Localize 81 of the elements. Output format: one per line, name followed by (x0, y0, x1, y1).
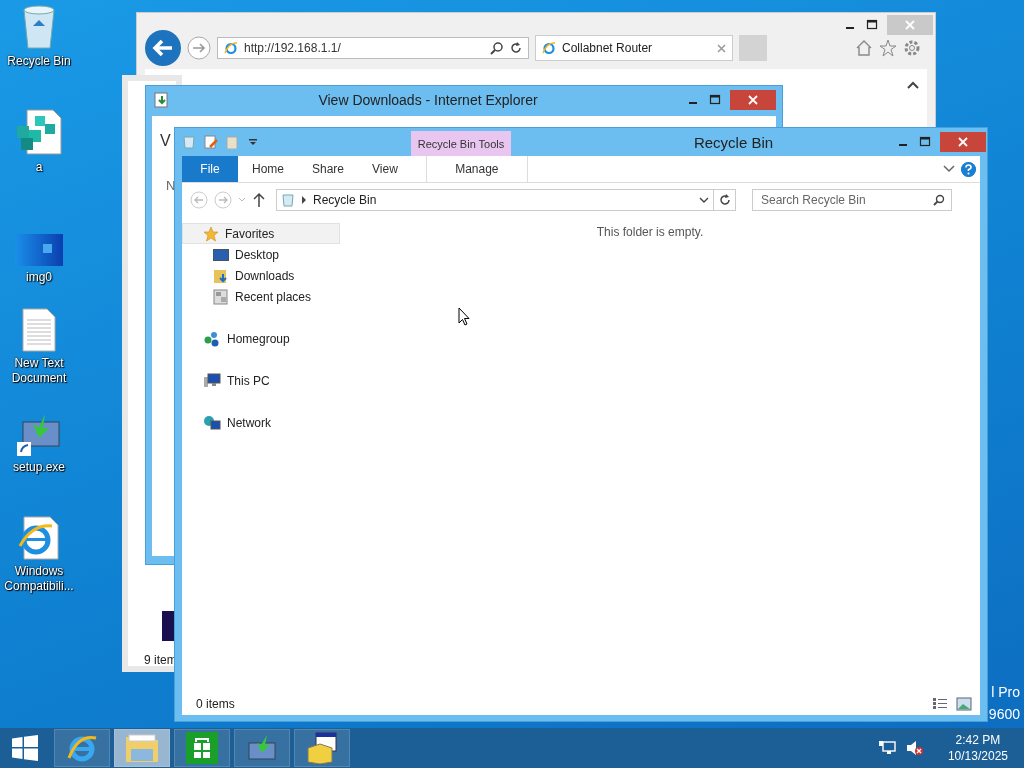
maximize-button[interactable] (708, 94, 722, 106)
computer-icon (203, 372, 221, 389)
network-icon (203, 414, 221, 431)
desktop-icon-label[interactable]: Windows Compatibili... (1, 564, 77, 594)
navigation-item[interactable]: Recent places (182, 286, 340, 307)
store-icon (186, 732, 218, 764)
close-button[interactable] (730, 90, 776, 110)
context-tab-header: Recycle Bin Tools (411, 131, 511, 156)
address-field[interactable]: http://192.168.1.1/ (217, 37, 529, 59)
close-icon[interactable] (717, 43, 726, 53)
recycle-bin-icon (281, 193, 295, 207)
downloads-app-icon (154, 92, 170, 108)
ribbon-tab[interactable]: Home (238, 156, 298, 182)
setup-icon (247, 735, 277, 761)
ribbon-tab[interactable]: Manage (425, 156, 528, 182)
search-icon[interactable] (490, 41, 504, 55)
browser-document-icon (18, 516, 60, 560)
chevron-down-icon[interactable] (943, 165, 955, 173)
navigation-item[interactable]: Homegroup (182, 328, 340, 349)
folder-icon (125, 733, 159, 763)
settings-icon[interactable] (903, 39, 921, 57)
taskbar-button[interactable] (294, 729, 350, 767)
browser-icon (542, 41, 556, 55)
close-button[interactable] (940, 132, 986, 152)
desktop-icon-label[interactable]: New Text Document (1, 356, 77, 386)
dropdown-icon[interactable] (248, 137, 258, 147)
start-button[interactable] (12, 735, 38, 761)
ribbon-tab[interactable]: View (358, 156, 412, 182)
heading-text: V (160, 132, 171, 150)
taskbar-button[interactable] (174, 729, 230, 767)
home-icon[interactable] (855, 39, 873, 57)
back-button[interactable] (145, 30, 181, 66)
ribbon-tab[interactable]: File (182, 156, 238, 182)
column-header: N (166, 178, 176, 193)
browser-tab[interactable]: Collabnet Router (535, 35, 733, 61)
scroll-up-icon[interactable] (907, 81, 919, 89)
star-icon[interactable] (879, 39, 897, 57)
desktop-icon (213, 247, 229, 262)
navigation-item[interactable]: Favorites (182, 223, 340, 244)
navigation-item[interactable]: This PC (182, 370, 340, 391)
text-document-icon (22, 308, 56, 352)
setup-shortcut-icon (17, 412, 61, 456)
details-view-icon[interactable] (932, 697, 948, 711)
up-arrow-icon[interactable] (252, 192, 266, 208)
status-text: 0 items (196, 697, 235, 711)
image-thumbnail-icon (15, 234, 63, 266)
refresh-icon (718, 194, 731, 206)
navigation-item[interactable]: Downloads (182, 265, 340, 286)
recent-places-icon (213, 288, 229, 305)
search-icon (933, 194, 945, 206)
speaker-muted-icon[interactable] (905, 740, 924, 756)
edition-watermark-text: l Pro (991, 684, 1020, 700)
refresh-button[interactable] (714, 189, 736, 211)
breadcrumb-arrow-icon (301, 196, 307, 204)
star-icon (203, 225, 219, 242)
empty-folder-message: This folder is empty. (596, 225, 704, 241)
homegroup-icon (203, 330, 221, 347)
download-folder-icon (213, 267, 229, 284)
edition-watermark-text: 9600 (988, 706, 1020, 722)
window-title: Recycle Bin (692, 133, 775, 151)
maximize-button[interactable] (918, 136, 932, 148)
recycle-bin-icon (182, 135, 196, 149)
clock[interactable]: 2:42 PM 10/13/2025 (947, 732, 1008, 764)
navigation-item[interactable]: Network (182, 412, 340, 433)
ribbon-tab[interactable]: Share (298, 156, 359, 182)
network-status-icon[interactable] (877, 740, 896, 756)
help-icon[interactable] (961, 161, 976, 177)
window-title: View Downloads - Internet Explorer (317, 92, 539, 108)
recycle-bin-icon (21, 4, 57, 50)
search-box[interactable]: Search Recycle Bin (752, 189, 952, 211)
installer-box-icon (306, 732, 338, 764)
refresh-icon[interactable] (510, 42, 522, 54)
dropdown-icon[interactable] (699, 197, 709, 203)
address-bar[interactable]: Recycle Bin (276, 189, 714, 211)
maximize-button[interactable] (865, 19, 879, 31)
cubes-document-icon (15, 108, 63, 156)
mouse-pointer-icon (458, 307, 470, 326)
navigation-item[interactable]: Desktop (182, 244, 340, 265)
browser-icon (224, 41, 238, 55)
desktop-icon-label[interactable]: setup.exe (1, 460, 77, 475)
properties-icon[interactable] (204, 135, 218, 149)
